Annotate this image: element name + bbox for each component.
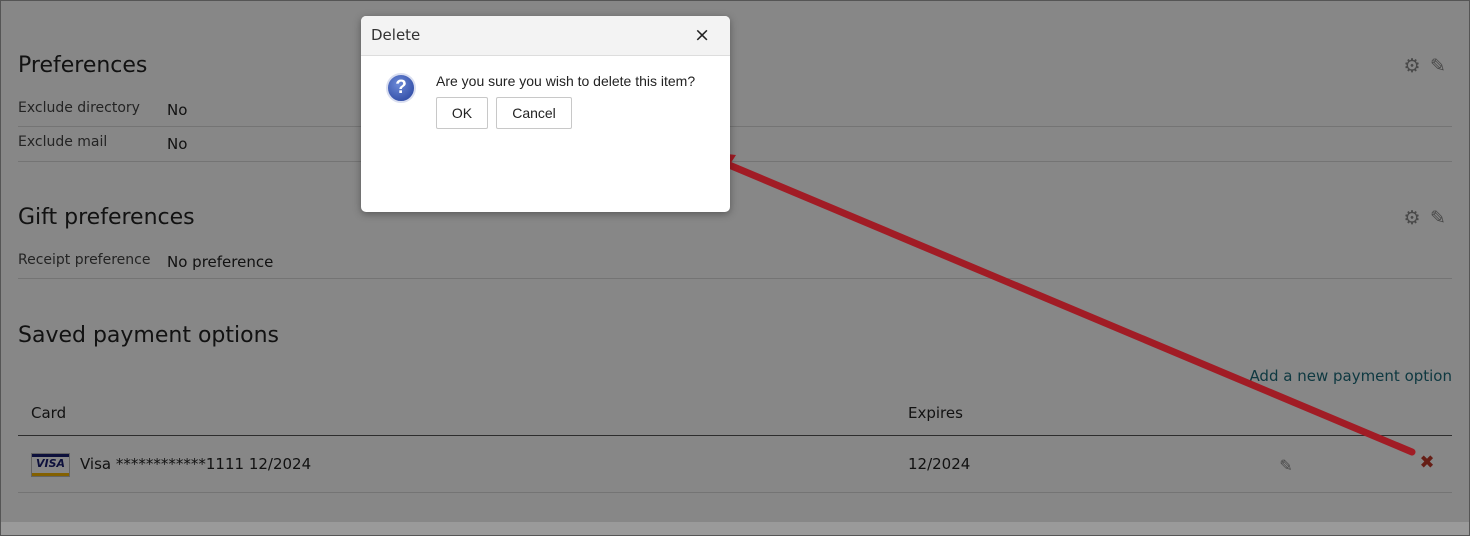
- screenshot-border: [0, 0, 1470, 536]
